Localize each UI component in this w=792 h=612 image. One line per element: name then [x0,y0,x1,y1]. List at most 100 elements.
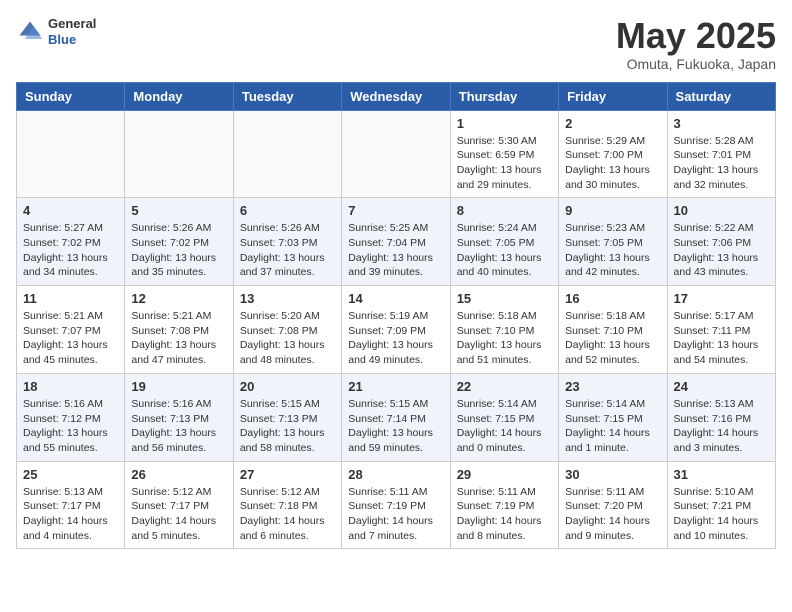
day-number: 17 [674,291,769,306]
weekday-header-thursday: Thursday [450,82,558,110]
month-title: May 2025 [616,16,776,56]
calendar-cell: 5Sunrise: 5:26 AMSunset: 7:02 PMDaylight… [125,198,233,286]
logo: General Blue [16,16,96,47]
day-info: Sunrise: 5:28 AMSunset: 7:01 PMDaylight:… [674,134,769,193]
day-info: Sunrise: 5:11 AMSunset: 7:19 PMDaylight:… [457,485,552,544]
day-number: 24 [674,379,769,394]
day-info: Sunrise: 5:25 AMSunset: 7:04 PMDaylight:… [348,221,443,280]
day-info: Sunrise: 5:14 AMSunset: 7:15 PMDaylight:… [457,397,552,456]
weekday-header-saturday: Saturday [667,82,775,110]
calendar-cell [233,110,341,198]
day-number: 22 [457,379,552,394]
location-subtitle: Omuta, Fukuoka, Japan [616,56,776,72]
calendar-cell: 10 Sunrise: 5:22 AMSunset: 7:06 PMDayligh… [667,198,775,286]
calendar-cell [17,110,125,198]
calendar-cell: 28 Sunrise: 5:11 AMSunset: 7:19 PMDayligh… [342,461,450,549]
day-info: Sunrise: 5:21 AMSunset: 7:07 PMDaylight:… [23,309,118,368]
day-info: Sunrise: 5:17 AMSunset: 7:11 PMDaylight:… [674,309,769,368]
day-number: 7 [348,203,443,218]
week-row-5: 25 Sunrise: 5:13 AMSunset: 7:17 PMDayligh… [17,461,776,549]
day-info: Sunrise: 5:29 AMSunset: 7:00 PMDaylight:… [565,134,660,193]
day-number: 28 [348,467,443,482]
calendar-cell: 8 Sunrise: 5:24 AMSunset: 7:05 PMDaylight… [450,198,558,286]
day-info: Sunrise: 5:22 AMSunset: 7:06 PMDaylight:… [674,221,769,280]
day-number: 10 [674,203,769,218]
day-number: 16 [565,291,660,306]
day-number: 12 [131,291,226,306]
page-header: General Blue May 2025 Omuta, Fukuoka, Ja… [16,16,776,72]
weekday-header-sunday: Sunday [17,82,125,110]
day-info: Sunrise: 5:13 AMSunset: 7:17 PMDaylight:… [23,485,118,544]
calendar-cell: 29 Sunrise: 5:11 AMSunset: 7:19 PMDayligh… [450,461,558,549]
day-number: 8 [457,203,552,218]
day-info: Sunrise: 5:24 AMSunset: 7:05 PMDaylight:… [457,221,552,280]
calendar-cell: 9 Sunrise: 5:23 AMSunset: 7:05 PMDaylight… [559,198,667,286]
day-number: 27 [240,467,335,482]
day-number: 18 [23,379,118,394]
day-info: Sunrise: 5:16 AMSunset: 7:13 PMDaylight:… [131,397,226,456]
calendar-cell: 3 Sunrise: 5:28 AMSunset: 7:01 PMDaylight… [667,110,775,198]
day-number: 6 [240,203,335,218]
title-block: May 2025 Omuta, Fukuoka, Japan [616,16,776,72]
day-number: 30 [565,467,660,482]
calendar-cell: 24 Sunrise: 5:13 AMSunset: 7:16 PMDayligh… [667,373,775,461]
calendar-cell: 20Sunrise: 5:15 AMSunset: 7:13 PMDayligh… [233,373,341,461]
day-number: 11 [23,291,118,306]
day-number: 26 [131,467,226,482]
day-number: 29 [457,467,552,482]
day-info: Sunrise: 5:10 AMSunset: 7:21 PMDaylight:… [674,485,769,544]
day-info: Sunrise: 5:14 AMSunset: 7:15 PMDaylight:… [565,397,660,456]
day-number: 2 [565,116,660,131]
logo-blue-text: Blue [48,32,96,48]
day-number: 23 [565,379,660,394]
day-number: 25 [23,467,118,482]
weekday-header-monday: Monday [125,82,233,110]
calendar-cell: 18 Sunrise: 5:16 AMSunset: 7:12 PMDayligh… [17,373,125,461]
day-number: 3 [674,116,769,131]
day-number: 14 [348,291,443,306]
day-info: Sunrise: 5:16 AMSunset: 7:12 PMDaylight:… [23,397,118,456]
weekday-header-friday: Friday [559,82,667,110]
calendar-cell: 30 Sunrise: 5:11 AMSunset: 7:20 PMDayligh… [559,461,667,549]
day-info: Sunrise: 5:11 AMSunset: 7:20 PMDaylight:… [565,485,660,544]
day-number: 4 [23,203,118,218]
day-number: 31 [674,467,769,482]
calendar-cell: 31 Sunrise: 5:10 AMSunset: 7:21 PMDayligh… [667,461,775,549]
day-number: 9 [565,203,660,218]
calendar-cell: 11 Sunrise: 5:21 AMSunset: 7:07 PMDayligh… [17,286,125,374]
calendar-cell: 21Sunrise: 5:15 AMSunset: 7:14 PMDayligh… [342,373,450,461]
day-info: Sunrise: 5:11 AMSunset: 7:19 PMDaylight:… [348,485,443,544]
week-row-3: 11 Sunrise: 5:21 AMSunset: 7:07 PMDayligh… [17,286,776,374]
calendar-cell: 17 Sunrise: 5:17 AMSunset: 7:11 PMDayligh… [667,286,775,374]
calendar-cell: 15Sunrise: 5:18 AMSunset: 7:10 PMDayligh… [450,286,558,374]
day-number: 15 [457,291,552,306]
calendar-cell: 12Sunrise: 5:21 AMSunset: 7:08 PMDayligh… [125,286,233,374]
calendar-cell: 14 Sunrise: 5:19 AMSunset: 7:09 PMDayligh… [342,286,450,374]
calendar-cell: 4 Sunrise: 5:27 AMSunset: 7:02 PMDaylight… [17,198,125,286]
day-info: Sunrise: 5:19 AMSunset: 7:09 PMDaylight:… [348,309,443,368]
calendar-cell: 19 Sunrise: 5:16 AMSunset: 7:13 PMDayligh… [125,373,233,461]
logo-text: General Blue [48,16,96,47]
weekday-header-row: SundayMondayTuesdayWednesdayThursdayFrid… [17,82,776,110]
day-info: Sunrise: 5:30 AMSunset: 6:59 PMDaylight:… [457,134,552,193]
day-info: Sunrise: 5:20 AMSunset: 7:08 PMDaylight:… [240,309,335,368]
week-row-2: 4 Sunrise: 5:27 AMSunset: 7:02 PMDaylight… [17,198,776,286]
calendar-cell: 1Sunrise: 5:30 AMSunset: 6:59 PMDaylight… [450,110,558,198]
day-info: Sunrise: 5:26 AMSunset: 7:02 PMDaylight:… [131,221,226,280]
day-number: 19 [131,379,226,394]
day-info: Sunrise: 5:12 AMSunset: 7:17 PMDaylight:… [131,485,226,544]
day-info: Sunrise: 5:13 AMSunset: 7:16 PMDaylight:… [674,397,769,456]
calendar-cell: 23 Sunrise: 5:14 AMSunset: 7:15 PMDayligh… [559,373,667,461]
day-info: Sunrise: 5:18 AMSunset: 7:10 PMDaylight:… [565,309,660,368]
weekday-header-tuesday: Tuesday [233,82,341,110]
logo-icon [16,18,44,46]
week-row-4: 18 Sunrise: 5:16 AMSunset: 7:12 PMDayligh… [17,373,776,461]
calendar-cell: 25 Sunrise: 5:13 AMSunset: 7:17 PMDayligh… [17,461,125,549]
day-info: Sunrise: 5:23 AMSunset: 7:05 PMDaylight:… [565,221,660,280]
calendar-cell: 6 Sunrise: 5:26 AMSunset: 7:03 PMDaylight… [233,198,341,286]
day-info: Sunrise: 5:26 AMSunset: 7:03 PMDaylight:… [240,221,335,280]
day-info: Sunrise: 5:27 AMSunset: 7:02 PMDaylight:… [23,221,118,280]
calendar-cell [125,110,233,198]
logo-general-text: General [48,16,96,32]
calendar-cell: 27Sunrise: 5:12 AMSunset: 7:18 PMDayligh… [233,461,341,549]
